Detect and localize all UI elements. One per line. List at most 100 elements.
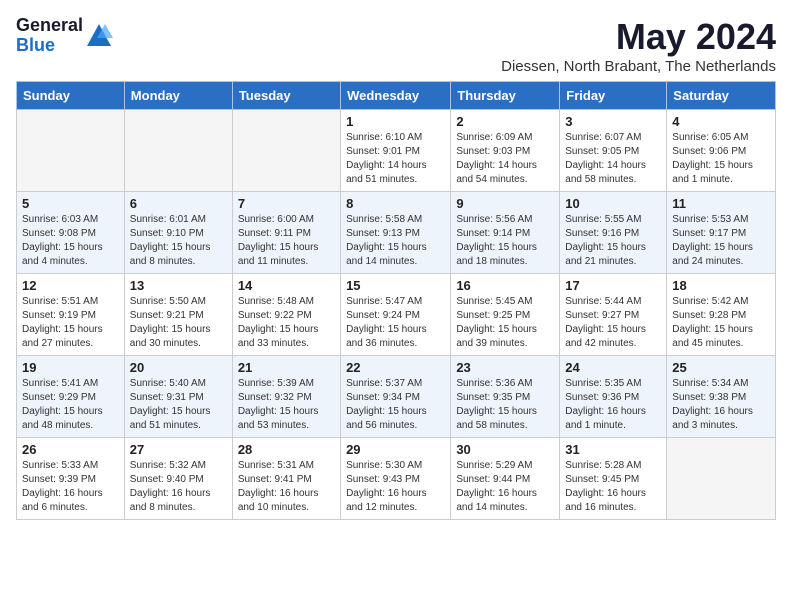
day-info: Sunrise: 5:55 AM Sunset: 9:16 PM Dayligh… <box>565 213 661 269</box>
calendar-week-row: 12 Sunrise: 5:51 AM Sunset: 9:19 PM Dayli… <box>17 274 776 356</box>
day-number: 25 <box>672 360 770 375</box>
day-number: 21 <box>238 360 335 375</box>
calendar-cell <box>667 438 776 520</box>
day-number: 7 <box>238 196 335 211</box>
calendar-cell: 3 Sunrise: 6:07 AM Sunset: 9:05 PM Daylig… <box>560 110 667 192</box>
day-info: Sunrise: 5:42 AM Sunset: 9:28 PM Dayligh… <box>672 295 770 351</box>
day-number: 18 <box>672 278 770 293</box>
day-number: 2 <box>456 114 554 129</box>
month-title: May 2024 <box>501 16 776 58</box>
day-info: Sunrise: 5:51 AM Sunset: 9:19 PM Dayligh… <box>22 295 119 351</box>
calendar-cell: 4 Sunrise: 6:05 AM Sunset: 9:06 PM Daylig… <box>667 110 776 192</box>
day-info: Sunrise: 5:53 AM Sunset: 9:17 PM Dayligh… <box>672 213 770 269</box>
logo-icon <box>85 22 113 50</box>
day-number: 17 <box>565 278 661 293</box>
day-info: Sunrise: 5:58 AM Sunset: 9:13 PM Dayligh… <box>346 213 445 269</box>
calendar-cell: 11Sunrise: 5:53 AM Sunset: 9:17 PM Dayli… <box>667 192 776 274</box>
weekday-header: Wednesday <box>341 82 451 110</box>
day-info: Sunrise: 5:50 AM Sunset: 9:21 PM Dayligh… <box>130 295 227 351</box>
weekday-header: Thursday <box>451 82 560 110</box>
day-info: Sunrise: 5:34 AM Sunset: 9:38 PM Dayligh… <box>672 377 770 433</box>
calendar-cell: 1 Sunrise: 6:10 AM Sunset: 9:01 PM Daylig… <box>341 110 451 192</box>
day-info: Sunrise: 5:35 AM Sunset: 9:36 PM Dayligh… <box>565 377 661 433</box>
calendar-cell: 7Sunrise: 6:00 AM Sunset: 9:11 PM Daylig… <box>232 192 340 274</box>
day-info: Sunrise: 5:40 AM Sunset: 9:31 PM Dayligh… <box>130 377 227 433</box>
calendar-cell: 19 Sunrise: 5:41 AM Sunset: 9:29 PM Dayli… <box>17 356 125 438</box>
calendar-cell: 18 Sunrise: 5:42 AM Sunset: 9:28 PM Dayli… <box>667 274 776 356</box>
page-header: General Blue May 2024 Diessen, North Bra… <box>16 16 776 75</box>
calendar-cell: 26Sunrise: 5:33 AM Sunset: 9:39 PM Dayli… <box>17 438 125 520</box>
logo-blue: Blue <box>16 36 83 56</box>
day-number: 10 <box>565 196 661 211</box>
calendar-week-row: 5 Sunrise: 6:03 AM Sunset: 9:08 PM Daylig… <box>17 192 776 274</box>
day-info: Sunrise: 5:56 AM Sunset: 9:14 PM Dayligh… <box>456 213 554 269</box>
logo-general: General <box>16 16 83 36</box>
calendar-cell: 29 Sunrise: 5:30 AM Sunset: 9:43 PM Dayli… <box>341 438 451 520</box>
day-info: Sunrise: 5:47 AM Sunset: 9:24 PM Dayligh… <box>346 295 445 351</box>
weekday-header: Friday <box>560 82 667 110</box>
calendar-cell: 12 Sunrise: 5:51 AM Sunset: 9:19 PM Dayli… <box>17 274 125 356</box>
weekday-header: Monday <box>124 82 232 110</box>
calendar-cell <box>124 110 232 192</box>
day-number: 4 <box>672 114 770 129</box>
day-info: Sunrise: 5:28 AM Sunset: 9:45 PM Dayligh… <box>565 459 661 515</box>
calendar-table: SundayMondayTuesdayWednesdayThursdayFrid… <box>16 81 776 520</box>
calendar-cell: 2Sunrise: 6:09 AM Sunset: 9:03 PM Daylig… <box>451 110 560 192</box>
calendar-cell: 15 Sunrise: 5:47 AM Sunset: 9:24 PM Dayli… <box>341 274 451 356</box>
calendar-cell: 8 Sunrise: 5:58 AM Sunset: 9:13 PM Daylig… <box>341 192 451 274</box>
day-info: Sunrise: 5:39 AM Sunset: 9:32 PM Dayligh… <box>238 377 335 433</box>
day-number: 31 <box>565 442 661 457</box>
day-number: 28 <box>238 442 335 457</box>
day-number: 24 <box>565 360 661 375</box>
day-number: 12 <box>22 278 119 293</box>
calendar-cell: 21 Sunrise: 5:39 AM Sunset: 9:32 PM Dayli… <box>232 356 340 438</box>
day-number: 3 <box>565 114 661 129</box>
day-info: Sunrise: 6:05 AM Sunset: 9:06 PM Dayligh… <box>672 131 770 187</box>
day-info: Sunrise: 5:45 AM Sunset: 9:25 PM Dayligh… <box>456 295 554 351</box>
day-info: Sunrise: 5:48 AM Sunset: 9:22 PM Dayligh… <box>238 295 335 351</box>
day-info: Sunrise: 5:32 AM Sunset: 9:40 PM Dayligh… <box>130 459 227 515</box>
day-info: Sunrise: 5:41 AM Sunset: 9:29 PM Dayligh… <box>22 377 119 433</box>
day-number: 20 <box>130 360 227 375</box>
day-number: 15 <box>346 278 445 293</box>
weekday-header: Saturday <box>667 82 776 110</box>
calendar-cell: 10 Sunrise: 5:55 AM Sunset: 9:16 PM Dayli… <box>560 192 667 274</box>
day-number: 19 <box>22 360 119 375</box>
day-number: 13 <box>130 278 227 293</box>
day-info: Sunrise: 5:36 AM Sunset: 9:35 PM Dayligh… <box>456 377 554 433</box>
day-info: Sunrise: 6:10 AM Sunset: 9:01 PM Dayligh… <box>346 131 445 187</box>
day-number: 5 <box>22 196 119 211</box>
logo: General Blue <box>16 16 113 56</box>
calendar-week-row: 26Sunrise: 5:33 AM Sunset: 9:39 PM Dayli… <box>17 438 776 520</box>
day-info: Sunrise: 6:03 AM Sunset: 9:08 PM Dayligh… <box>22 213 119 269</box>
calendar-cell: 9 Sunrise: 5:56 AM Sunset: 9:14 PM Daylig… <box>451 192 560 274</box>
calendar-cell: 22Sunrise: 5:37 AM Sunset: 9:34 PM Dayli… <box>341 356 451 438</box>
weekday-header-row: SundayMondayTuesdayWednesdayThursdayFrid… <box>17 82 776 110</box>
calendar-cell: 20 Sunrise: 5:40 AM Sunset: 9:31 PM Dayli… <box>124 356 232 438</box>
calendar-cell <box>232 110 340 192</box>
calendar-cell: 25 Sunrise: 5:34 AM Sunset: 9:38 PM Dayli… <box>667 356 776 438</box>
day-number: 27 <box>130 442 227 457</box>
day-number: 8 <box>346 196 445 211</box>
day-info: Sunrise: 5:30 AM Sunset: 9:43 PM Dayligh… <box>346 459 445 515</box>
day-info: Sunrise: 5:44 AM Sunset: 9:27 PM Dayligh… <box>565 295 661 351</box>
calendar-cell: 5 Sunrise: 6:03 AM Sunset: 9:08 PM Daylig… <box>17 192 125 274</box>
calendar-week-row: 19 Sunrise: 5:41 AM Sunset: 9:29 PM Dayli… <box>17 356 776 438</box>
day-info: Sunrise: 5:31 AM Sunset: 9:41 PM Dayligh… <box>238 459 335 515</box>
day-number: 22 <box>346 360 445 375</box>
location: Diessen, North Brabant, The Netherlands <box>501 58 776 75</box>
calendar-cell: 6Sunrise: 6:01 AM Sunset: 9:10 PM Daylig… <box>124 192 232 274</box>
calendar-cell <box>17 110 125 192</box>
day-info: Sunrise: 5:33 AM Sunset: 9:39 PM Dayligh… <box>22 459 119 515</box>
day-info: Sunrise: 6:07 AM Sunset: 9:05 PM Dayligh… <box>565 131 661 187</box>
day-info: Sunrise: 6:01 AM Sunset: 9:10 PM Dayligh… <box>130 213 227 269</box>
day-number: 9 <box>456 196 554 211</box>
calendar-cell: 31 Sunrise: 5:28 AM Sunset: 9:45 PM Dayli… <box>560 438 667 520</box>
day-number: 29 <box>346 442 445 457</box>
day-info: Sunrise: 5:29 AM Sunset: 9:44 PM Dayligh… <box>456 459 554 515</box>
day-number: 23 <box>456 360 554 375</box>
weekday-header: Sunday <box>17 82 125 110</box>
calendar-cell: 27 Sunrise: 5:32 AM Sunset: 9:40 PM Dayli… <box>124 438 232 520</box>
calendar-cell: 30Sunrise: 5:29 AM Sunset: 9:44 PM Dayli… <box>451 438 560 520</box>
day-number: 1 <box>346 114 445 129</box>
